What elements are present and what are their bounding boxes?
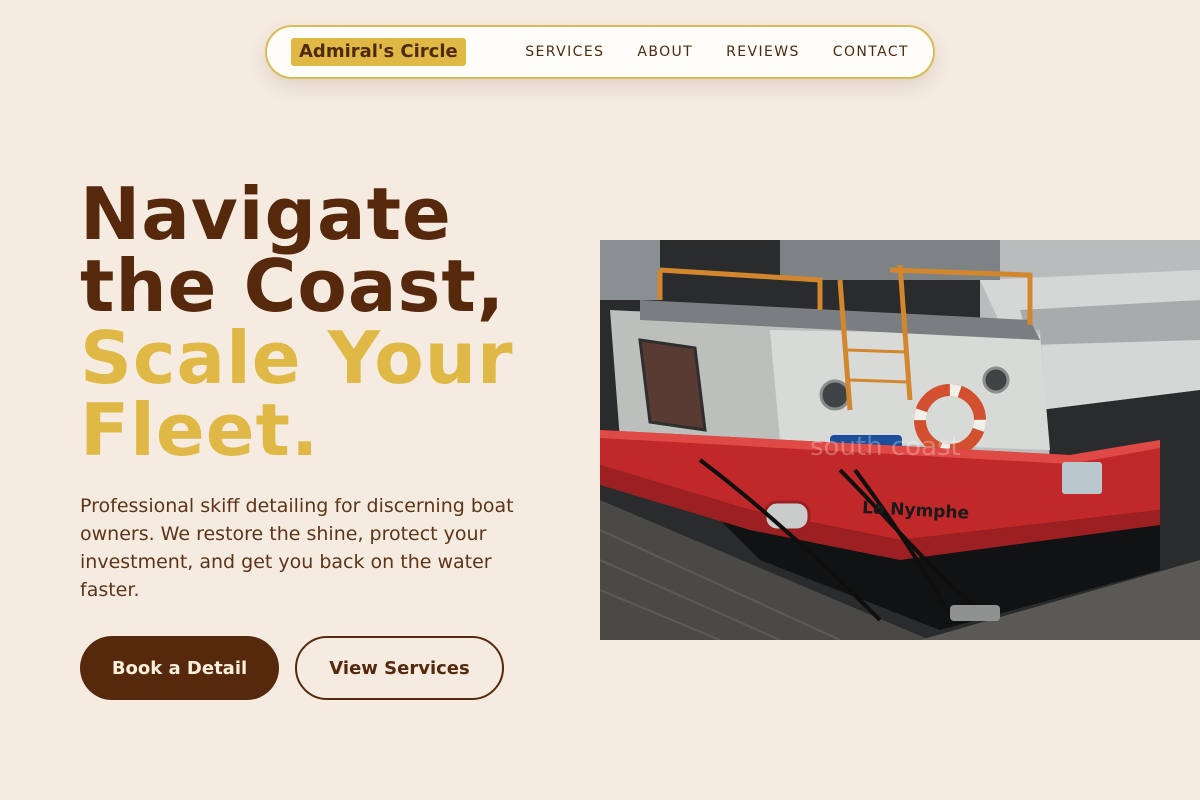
nav-link-services[interactable]: SERVICES (525, 44, 604, 60)
headline-line-4: Fleet. (80, 388, 320, 472)
nav-links: SERVICES ABOUT REVIEWS CONTACT (525, 44, 909, 60)
nav-link-reviews[interactable]: REVIEWS (726, 44, 800, 60)
headline-line-2: the Coast, (80, 244, 506, 328)
brand-logo[interactable]: Admiral's Circle (291, 38, 466, 66)
page: Admiral's Circle SERVICES ABOUT REVIEWS … (0, 0, 1200, 800)
nav-link-contact[interactable]: CONTACT (833, 44, 909, 60)
nav-link-about[interactable]: ABOUT (637, 44, 693, 60)
headline-line-3: Scale Your (80, 316, 514, 400)
boat-illustration: La Nymphe south coast (600, 240, 1200, 640)
hero-boat-image: La Nymphe south coast (600, 240, 1200, 640)
view-services-button[interactable]: View Services (295, 636, 504, 700)
book-detail-button[interactable]: Book a Detail (80, 636, 279, 700)
image-watermark: south coast (810, 432, 961, 462)
hero-headline: Navigate the Coast, Scale Your Fleet. (80, 178, 580, 466)
headline-line-1: Navigate (80, 172, 452, 256)
top-navbar: Admiral's Circle SERVICES ABOUT REVIEWS … (265, 25, 935, 79)
hero-subtext: Professional skiff detailing for discern… (80, 495, 514, 601)
